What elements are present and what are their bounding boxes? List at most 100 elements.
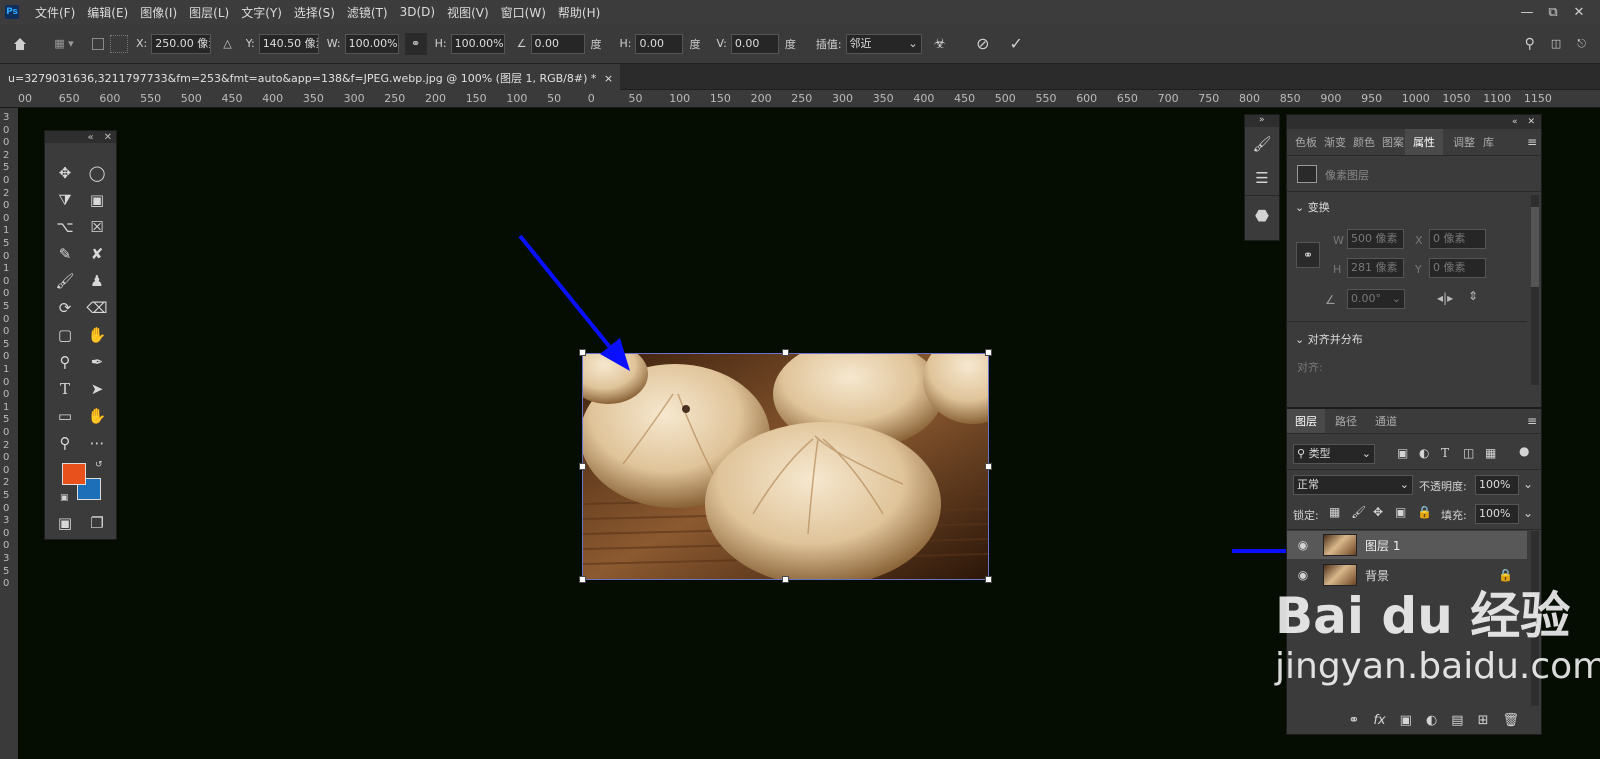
properties-scrollbar[interactable] bbox=[1531, 195, 1539, 385]
blend-mode-select[interactable]: 正常 ⌄ bbox=[1293, 475, 1413, 495]
dock-expand-icon[interactable]: » bbox=[1245, 115, 1279, 127]
menu-layer[interactable]: 图层(L) bbox=[183, 4, 235, 21]
quick-mask-icon[interactable]: ▣ bbox=[51, 511, 79, 535]
filter-pixel-icon[interactable]: ▣ bbox=[1397, 446, 1408, 460]
fx-icon[interactable]: fx bbox=[1373, 713, 1385, 728]
panel-menu-icon[interactable]: ≡ bbox=[1527, 135, 1537, 149]
type-tool-icon[interactable]: T bbox=[51, 377, 79, 401]
warp-icon[interactable]: ☣ bbox=[934, 36, 947, 52]
move-tool-icon[interactable]: ✥ bbox=[51, 161, 79, 185]
prop-width-field[interactable]: 500 像素 bbox=[1347, 229, 1404, 249]
transform-handle-bm[interactable] bbox=[782, 576, 789, 583]
flip-horizontal-icon[interactable]: ◂|▸ bbox=[1437, 291, 1453, 305]
restore-icon[interactable]: ⧉ bbox=[1540, 0, 1566, 24]
hand-tool-icon[interactable]: ✋ bbox=[83, 404, 111, 428]
gradient-tool-icon[interactable]: ▢ bbox=[51, 323, 79, 347]
crop-tool-icon[interactable]: ⌥ bbox=[51, 215, 79, 239]
v-skew-field[interactable]: 0.00 bbox=[730, 33, 779, 54]
screen-mode-icon[interactable]: ❐ bbox=[83, 511, 111, 535]
lock-transparent-icon[interactable]: ▦ bbox=[1329, 505, 1340, 519]
reference-point-icon[interactable]: ▦ ▾ bbox=[40, 37, 88, 50]
fill-dropdown-icon[interactable]: ⌄ bbox=[1523, 506, 1533, 520]
stamp-tool-icon[interactable]: ♟ bbox=[83, 269, 111, 293]
opacity-field[interactable]: 100% bbox=[1475, 475, 1519, 495]
filter-shape-icon[interactable]: ◫ bbox=[1463, 446, 1474, 460]
frame-tool-icon[interactable]: ☒ bbox=[83, 215, 111, 239]
eyedropper-tool-icon[interactable]: ✎ bbox=[51, 242, 79, 266]
prop-angle-field[interactable]: 0.00° ⌄ bbox=[1347, 289, 1405, 309]
foreground-color-swatch[interactable] bbox=[62, 463, 86, 485]
home-icon[interactable] bbox=[0, 36, 40, 52]
link-icon[interactable]: ⚭ bbox=[1348, 713, 1359, 728]
menu-type[interactable]: 文字(Y) bbox=[235, 4, 288, 21]
minimize-icon[interactable]: — bbox=[1514, 0, 1540, 24]
path-select-tool-icon[interactable]: ➤ bbox=[83, 377, 111, 401]
more-tools-icon[interactable]: ⋯ bbox=[83, 431, 111, 455]
width-field[interactable]: 100.00% bbox=[344, 33, 399, 54]
delta-icon[interactable]: △ bbox=[223, 37, 231, 50]
menu-view[interactable]: 视图(V) bbox=[441, 4, 495, 21]
tab-channels[interactable]: 通道 bbox=[1367, 409, 1405, 433]
dodge-tool-icon[interactable]: ⚲ bbox=[51, 350, 79, 374]
trash-icon[interactable]: 🗑 bbox=[1502, 713, 1519, 728]
layer-row-background[interactable]: ◉ 背景 🔒 bbox=[1287, 561, 1527, 589]
history-brush-tool-icon[interactable]: ⟳ bbox=[51, 296, 79, 320]
tab-properties[interactable]: 属性 bbox=[1405, 129, 1443, 155]
marquee-tool-icon[interactable]: ◯ bbox=[83, 161, 111, 185]
interpolation-select[interactable]: 邻近 ⌄ bbox=[845, 33, 922, 54]
tab-libraries[interactable]: 库 bbox=[1479, 129, 1498, 155]
transform-handle-bl[interactable] bbox=[579, 576, 586, 583]
transform-section-header[interactable]: ⌄ 变换 bbox=[1295, 199, 1330, 215]
new-layer-icon[interactable]: ⊞ bbox=[1478, 713, 1489, 728]
healing-tool-icon[interactable]: ✘ bbox=[83, 242, 111, 266]
menu-filter[interactable]: 滤镜(T) bbox=[341, 4, 394, 21]
background-name[interactable]: 背景 bbox=[1365, 567, 1389, 584]
fill-field[interactable]: 100% bbox=[1475, 504, 1519, 524]
panel-collapse-icon[interactable]: « bbox=[1512, 117, 1518, 127]
tab-layers[interactable]: 图层 bbox=[1287, 409, 1325, 433]
folder-icon[interactable]: ▤ bbox=[1451, 713, 1463, 728]
layers-menu-icon[interactable]: ≡ bbox=[1527, 414, 1537, 428]
commit-transform-icon[interactable]: ✓ bbox=[1010, 34, 1023, 53]
h-skew-field[interactable]: 0.00 bbox=[635, 33, 684, 54]
filter-adjust-icon[interactable]: ◐ bbox=[1419, 446, 1429, 460]
rectangle-tool-icon[interactable]: ▭ bbox=[51, 404, 79, 428]
prop-y-field[interactable]: 0 像素 bbox=[1429, 258, 1486, 278]
height-field[interactable]: 100.00% bbox=[450, 33, 505, 54]
align-section-header[interactable]: ⌄ 对齐并分布 bbox=[1295, 331, 1363, 347]
reference-checkbox[interactable] bbox=[92, 37, 104, 50]
3d-cube-icon[interactable]: ⬣ bbox=[1245, 195, 1279, 235]
lock-paint-icon[interactable]: 🖌 bbox=[1351, 505, 1366, 519]
panel-close-icon[interactable]: ✕ bbox=[1527, 117, 1535, 127]
menu-3d[interactable]: 3D(D) bbox=[394, 5, 441, 19]
brush-tool-icon[interactable]: 🖌 bbox=[51, 269, 79, 293]
menu-image[interactable]: 图像(I) bbox=[134, 4, 183, 21]
eye-icon[interactable]: ◉ bbox=[1291, 538, 1315, 552]
cancel-transform-icon[interactable]: ⊘ bbox=[976, 34, 989, 53]
lock-all-icon[interactable]: 🔒 bbox=[1417, 505, 1432, 519]
default-colors-icon[interactable]: ▣ bbox=[60, 493, 69, 503]
x-position-field[interactable]: 250.00 像素 bbox=[151, 33, 212, 54]
close-window-icon[interactable]: ✕ bbox=[1566, 0, 1592, 24]
opacity-dropdown-icon[interactable]: ⌄ bbox=[1523, 477, 1533, 491]
transform-handle-tr[interactable] bbox=[985, 349, 992, 356]
transform-handle-br[interactable] bbox=[985, 576, 992, 583]
filter-type-icon[interactable]: T bbox=[1441, 446, 1449, 460]
lock-artboard-icon[interactable]: ▣ bbox=[1395, 505, 1406, 519]
filter-smart-icon[interactable]: ▦ bbox=[1485, 446, 1496, 460]
adjustment-icon[interactable]: ◐ bbox=[1426, 713, 1437, 728]
lasso-tool-icon[interactable]: ⧩ bbox=[51, 188, 79, 212]
layer-filter-select[interactable]: ⚲ 类型 ⌄ bbox=[1293, 444, 1375, 464]
tab-patterns[interactable]: 图案 bbox=[1378, 129, 1408, 155]
brush-settings-icon[interactable]: 🖌 bbox=[1245, 127, 1279, 161]
panel-close-icon[interactable]: ✕ bbox=[104, 132, 112, 143]
transform-handle-tm[interactable] bbox=[782, 349, 789, 356]
tools-panel-header[interactable]: «✕ bbox=[45, 131, 116, 143]
tab-adjustments[interactable]: 调整 bbox=[1449, 129, 1479, 155]
rotation-field[interactable]: 0.00 bbox=[530, 33, 585, 54]
filter-toggle-icon[interactable]: ● bbox=[1519, 444, 1529, 458]
tab-paths[interactable]: 路径 bbox=[1327, 409, 1365, 433]
menu-help[interactable]: 帮助(H) bbox=[552, 4, 606, 21]
zoom-tool-icon[interactable]: ⚲ bbox=[51, 431, 79, 455]
link-dimensions-icon[interactable]: ⚭ bbox=[1296, 242, 1320, 268]
